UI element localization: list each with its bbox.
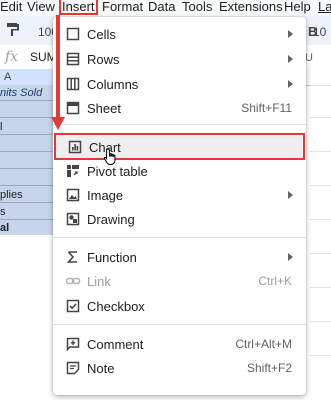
menu-item-cells[interactable]: Cells <box>53 23 306 45</box>
menu-item-label: Link <box>87 274 111 289</box>
paint-format-icon[interactable] <box>6 22 20 36</box>
menu-item-note[interactable]: Note Shift+F2 <box>53 357 306 379</box>
insert-menu: Cells Rows Columns Sheet Shift+F11 Pivot… <box>53 17 306 395</box>
checkbox-icon <box>66 299 80 313</box>
column-a-label: A <box>4 71 12 83</box>
menu-edit[interactable]: Edit <box>0 0 22 14</box>
submenu-arrow-icon <box>288 55 293 63</box>
menu-item-chart[interactable]: Chart <box>54 133 305 160</box>
menu-item-drawing[interactable]: Drawing <box>53 208 306 230</box>
grid-right-area <box>310 69 331 400</box>
image-icon <box>66 188 80 202</box>
columns-icon <box>66 77 80 91</box>
row-divider <box>0 117 54 118</box>
shortcut-text: Shift+F11 <box>241 101 292 115</box>
row-divider <box>0 202 54 203</box>
menu-item-columns[interactable]: Columns <box>53 73 306 95</box>
menu-item-function[interactable]: Function <box>53 246 306 268</box>
menu-item-label: Pivot table <box>87 164 148 179</box>
row-divider <box>0 168 54 169</box>
menu-tools[interactable]: Tools <box>182 0 212 14</box>
grid-line <box>310 117 331 118</box>
grid-line <box>310 151 331 152</box>
menu-help[interactable]: Help <box>284 0 311 14</box>
menu-item-label: Function <box>87 250 137 265</box>
submenu-arrow-icon <box>288 253 293 261</box>
menu-item-label: Columns <box>87 77 139 92</box>
row-divider <box>0 151 54 152</box>
menu-item-checkbox[interactable]: Checkbox <box>53 295 306 317</box>
row-divider <box>0 219 54 220</box>
row-divider <box>0 185 54 186</box>
menu-item-label: Cells <box>87 27 116 42</box>
menu-item-comment[interactable]: Comment Ctrl+Alt+M <box>53 333 306 355</box>
shortcut-text: Shift+F2 <box>246 361 292 375</box>
menu-separator <box>53 237 306 238</box>
comment-icon <box>66 337 80 352</box>
menu-item-label: Rows <box>87 52 120 67</box>
cell-total[interactable]: al <box>0 222 9 234</box>
rows-icon <box>66 52 80 66</box>
menu-item-label: Image <box>87 188 124 203</box>
drawing-icon <box>66 212 80 226</box>
menu-item-label: Sheet <box>87 101 121 116</box>
insert-highlight-box <box>59 0 98 15</box>
annotation-arrow-head <box>51 117 65 130</box>
menu-item-link[interactable]: Link Ctrl+K <box>53 270 306 292</box>
menu-extensions[interactable]: Extensions <box>219 0 283 14</box>
menu-item-label: Checkbox <box>87 299 145 314</box>
grid-line <box>310 287 331 288</box>
menu-last-edit[interactable]: La <box>318 0 331 14</box>
submenu-arrow-icon <box>288 191 293 199</box>
grid-line <box>310 85 331 86</box>
grid-line <box>310 185 331 186</box>
cell-row-2[interactable]: l <box>0 121 2 133</box>
fx-icon: fx <box>5 49 19 65</box>
note-icon <box>66 361 80 375</box>
grid-line <box>310 321 331 322</box>
menu-item-image[interactable]: Image <box>53 184 306 206</box>
menu-item-label: Drawing <box>87 212 135 227</box>
menu-separator <box>53 124 306 125</box>
hand-cursor-icon <box>103 148 116 165</box>
row-divider <box>0 100 54 101</box>
menu-item-pivot-table[interactable]: Pivot table <box>53 160 306 182</box>
menu-item-label: Note <box>87 361 115 376</box>
selected-range[interactable] <box>0 85 54 235</box>
cell-row-6[interactable]: plies <box>0 189 23 201</box>
menu-separator <box>53 324 306 325</box>
menu-item-sheet[interactable]: Sheet Shift+F11 <box>53 97 306 119</box>
grid-line <box>310 219 331 220</box>
menu-item-rows[interactable]: Rows <box>53 48 306 70</box>
sheet-icon <box>66 101 80 115</box>
menu-item-label: Comment <box>87 337 144 352</box>
shortcut-text: Ctrl+Alt+M <box>235 337 292 351</box>
cell-row-7[interactable]: s <box>0 206 6 218</box>
menu-format[interactable]: Format <box>102 0 143 14</box>
shortcut-text: Ctrl+K <box>258 274 292 288</box>
menu-data[interactable]: Data <box>148 0 175 14</box>
sigma-icon <box>66 251 77 263</box>
grid-line <box>310 355 331 356</box>
font-size-value[interactable]: 10 <box>313 25 326 39</box>
submenu-arrow-icon <box>288 80 293 88</box>
pivot-table-icon <box>67 165 79 177</box>
submenu-arrow-icon <box>288 30 293 38</box>
menu-view[interactable]: View <box>27 0 55 14</box>
chart-icon <box>68 140 82 154</box>
formula-content[interactable]: U <box>305 52 313 64</box>
cells-icon <box>66 27 80 41</box>
annotation-arrow-line <box>56 15 60 119</box>
row-divider <box>0 134 54 135</box>
cell-units-sold[interactable]: nits Sold <box>0 87 42 99</box>
grid-line <box>310 253 331 254</box>
link-icon <box>65 277 81 285</box>
